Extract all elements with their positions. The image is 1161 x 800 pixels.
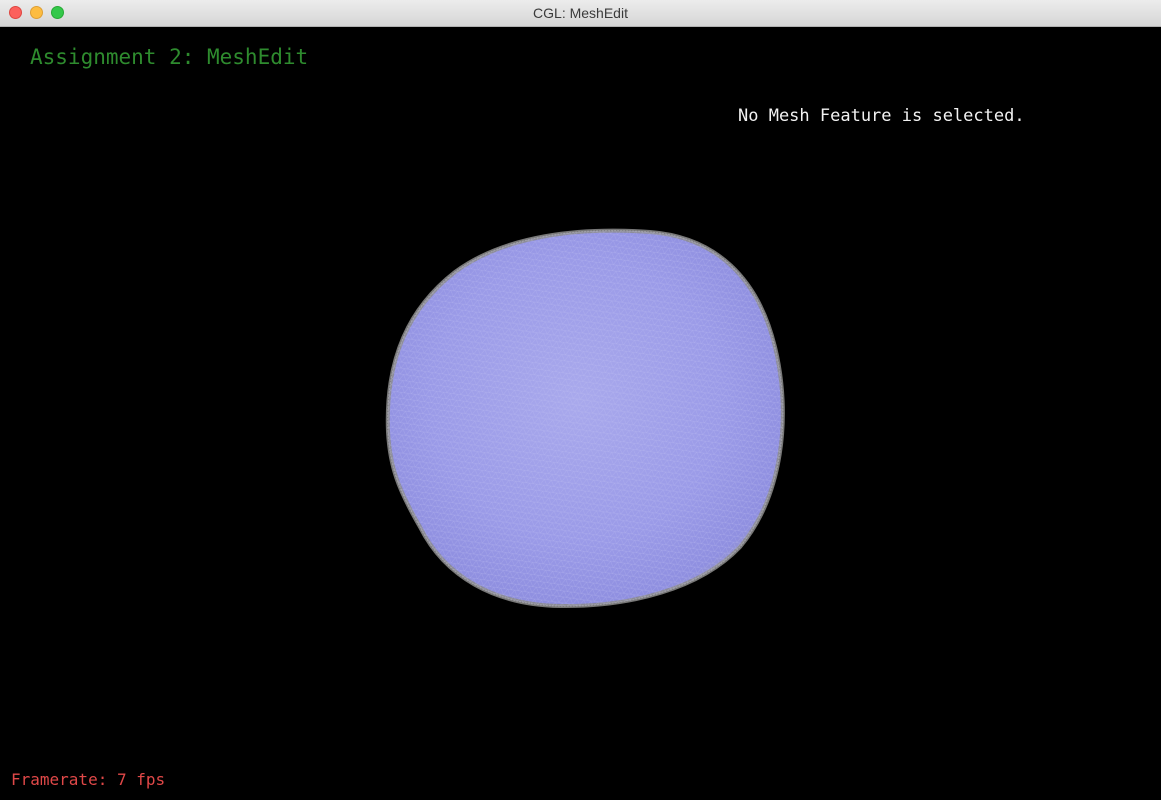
- framerate-readout: Framerate: 7 fps: [11, 770, 166, 789]
- mesh-sphere[interactable]: [380, 222, 800, 617]
- window-titlebar[interactable]: CGL: MeshEdit: [0, 0, 1161, 27]
- window-title: CGL: MeshEdit: [533, 5, 628, 21]
- assignment-title: Assignment 2: MeshEdit: [30, 45, 309, 69]
- mesh-render[interactable]: [0, 27, 1161, 800]
- mesh-viewport[interactable]: Assignment 2: MeshEdit No Mesh Feature i…: [0, 27, 1161, 800]
- app-window: CGL: MeshEdit Assignment 2: MeshEdit No …: [0, 0, 1161, 800]
- selection-status-text: No Mesh Feature is selected.: [738, 106, 1025, 126]
